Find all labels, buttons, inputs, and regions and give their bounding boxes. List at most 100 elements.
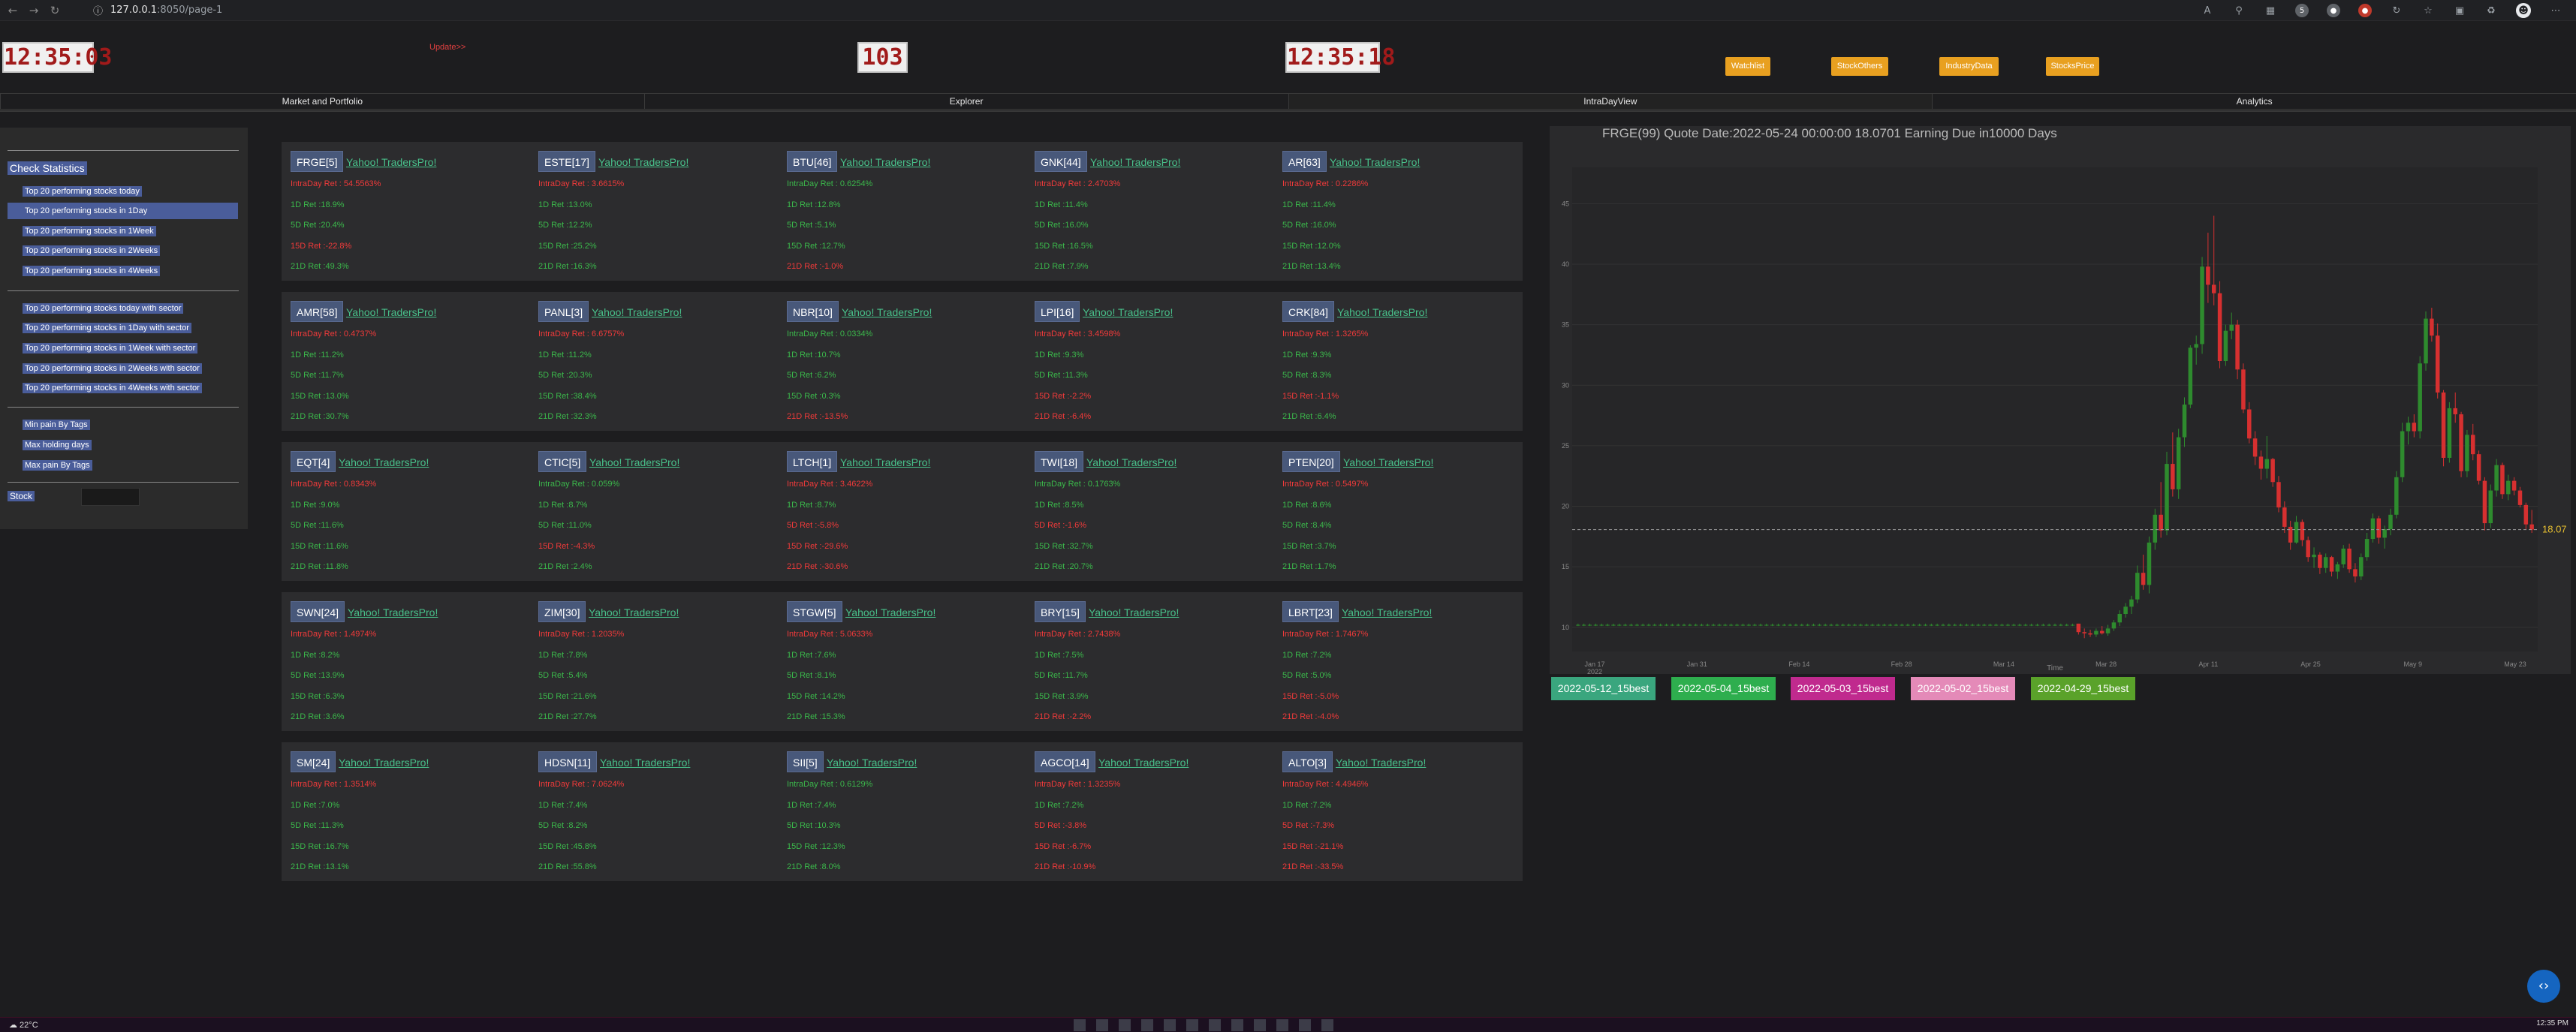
ticker-badge[interactable]: SWN[24] [291,601,345,622]
ticker-badge[interactable]: FRGE[5] [291,151,344,172]
start-icon[interactable] [1074,1019,1086,1031]
stock-card[interactable]: CRK[84] Yahoo! TradersPro! IntraDay Ret : … [1273,292,1523,431]
yahoo-traderspro-links[interactable]: Yahoo! TradersPro! [1330,156,1420,168]
external-links[interactable]: Yahoo! TradersPro! [348,606,438,618]
external-links[interactable]: Yahoo! TradersPro! [827,757,917,769]
ticker-badge[interactable]: AR[63] [1282,151,1327,172]
yahoo-traderspro-links[interactable]: Yahoo! TradersPro! [598,156,688,168]
extension-icon[interactable]: ● [2327,4,2340,17]
sidebar-item-max-holding[interactable]: Max holding days [23,440,92,450]
yahoo-traderspro-links[interactable]: Yahoo! TradersPro! [827,757,917,769]
yahoo-traderspro-links[interactable]: Yahoo! TradersPro! [339,757,429,769]
sidebar-item-min-pain[interactable]: Min pain By Tags [23,420,90,430]
yahoo-traderspro-links[interactable]: Yahoo! TradersPro! [1343,456,1433,468]
yahoo-traderspro-links[interactable]: Yahoo! TradersPro! [1342,606,1432,618]
stock-card[interactable]: PANL[3] Yahoo! TradersPro! IntraDay Ret : … [529,292,779,431]
external-links[interactable]: Yahoo! TradersPro! [840,156,930,168]
stock-card[interactable]: TWI[18] Yahoo! TradersPro! IntraDay Ret : … [1026,442,1275,581]
weather-widget[interactable]: ☁ 22°C [9,1020,38,1030]
external-links[interactable]: Yahoo! TradersPro! [840,456,930,468]
search-icon[interactable] [1096,1019,1108,1031]
stock-card[interactable]: GNK[44] Yahoo! TradersPro! IntraDay Ret : … [1026,142,1275,281]
app-icon[interactable] [1164,1019,1176,1031]
date-15best-button[interactable]: 2022-05-04_15best [1671,677,1776,700]
ticker-badge[interactable]: CTIC[5] [538,451,587,472]
stock-card[interactable]: STGW[5] Yahoo! TradersPro! IntraDay Ret : … [778,592,1027,731]
stock-card[interactable]: ZIM[30] Yahoo! TradersPro! IntraDay Ret : … [529,592,779,731]
sidebar-item-top20-1day-sector[interactable]: Top 20 performing stocks in 1Day with se… [23,323,191,333]
sidebar-item-top20-today-sector[interactable]: Top 20 performing stocks today with sect… [23,303,184,314]
stock-card[interactable]: LTCH[1] Yahoo! TradersPro! IntraDay Ret : … [778,442,1027,581]
stock-card[interactable]: LBRT[23] Yahoo! TradersPro! IntraDay Ret :… [1273,592,1523,731]
stock-card[interactable]: CTIC[5] Yahoo! TradersPro! IntraDay Ret : … [529,442,779,581]
ticker-badge[interactable]: ESTE[17] [538,151,595,172]
date-15best-button[interactable]: 2022-05-03_15best [1791,677,1895,700]
reload-icon[interactable]: ↻ [47,2,63,19]
external-links[interactable]: Yahoo! TradersPro! [592,306,682,318]
watchlist-button[interactable]: Watchlist [1725,57,1770,76]
stock-card[interactable]: AR[63] Yahoo! TradersPro! IntraDay Ret : 0… [1273,142,1523,281]
address-bar[interactable]: ⓘ 127.0.0.1:8050/page-1 [93,3,222,17]
sidebar-item-top20-1week[interactable]: Top 20 performing stocks in 1Week [23,226,156,236]
ticker-badge[interactable]: BTU[46] [787,151,838,172]
external-links[interactable]: Yahoo! TradersPro! [1336,757,1426,769]
stock-card[interactable]: AMR[58] Yahoo! TradersPro! IntraDay Ret : … [282,292,531,431]
yahoo-traderspro-links[interactable]: Yahoo! TradersPro! [1083,306,1173,318]
ticker-badge[interactable]: LBRT[23] [1282,601,1339,622]
app-icon[interactable] [1209,1019,1221,1031]
read-aloud-icon[interactable]: A [2201,4,2214,17]
ticker-badge[interactable]: TWI[18] [1035,451,1084,472]
sidebar-item-top20-2weeks[interactable]: Top 20 performing stocks in 2Weeks [23,245,161,256]
stock-card[interactable]: SM[24] Yahoo! TradersPro! IntraDay Ret : 1… [282,742,531,881]
refresh-icon[interactable]: ↻ [2390,4,2403,17]
candlestick-chart[interactable]: FRGE(99) Quote Date:2022-05-24 00:00:00 … [1550,126,2571,675]
ticker-badge[interactable]: ALTO[3] [1282,751,1333,772]
external-links[interactable]: Yahoo! TradersPro! [1086,456,1177,468]
apps-icon[interactable]: ▦ [2264,4,2277,17]
stock-card[interactable]: AGCO[14] Yahoo! TradersPro! IntraDay Ret :… [1026,742,1275,881]
yahoo-traderspro-links[interactable]: Yahoo! TradersPro! [346,306,436,318]
ticker-badge[interactable]: LTCH[1] [787,451,838,472]
yahoo-traderspro-links[interactable]: Yahoo! TradersPro! [1089,606,1179,618]
yahoo-traderspro-links[interactable]: Yahoo! TradersPro! [1086,456,1177,468]
stock-card[interactable]: FRGE[5] Yahoo! TradersPro! IntraDay Ret : … [282,142,531,281]
sidebar-item-max-pain[interactable]: Max pain By Tags [23,460,92,471]
yahoo-traderspro-links[interactable]: Yahoo! TradersPro! [348,606,438,618]
ticker-badge[interactable]: AMR[58] [291,301,344,322]
ticker-badge[interactable]: LPI[16] [1035,301,1080,322]
stock-card[interactable]: LPI[16] Yahoo! TradersPro! IntraDay Ret : … [1026,292,1275,431]
yahoo-traderspro-links[interactable]: Yahoo! TradersPro! [1098,757,1189,769]
stock-card[interactable]: NBR[10] Yahoo! TradersPro! IntraDay Ret : … [778,292,1027,431]
sidebar-item-top20-1day[interactable]: Top 20 performing stocks in 1Day [23,206,149,216]
ticker-badge[interactable]: CRK[84] [1282,301,1334,322]
sidebar-item-top20-2weeks-sector[interactable]: Top 20 performing stocks in 2Weeks with … [23,363,202,374]
industrydata-button[interactable]: IndustryData [1939,57,1999,76]
sidebar-item-top20-4weeks-sector[interactable]: Top 20 performing stocks in 4Weeks with … [23,383,202,393]
yahoo-traderspro-links[interactable]: Yahoo! TradersPro! [845,606,935,618]
stockothers-button[interactable]: StockOthers [1831,57,1888,76]
stock-card[interactable]: PTEN[20] Yahoo! TradersPro! IntraDay Ret :… [1273,442,1523,581]
ticker-badge[interactable]: PTEN[20] [1282,451,1340,472]
ticker-badge[interactable]: NBR[10] [787,301,839,322]
app-icon[interactable] [1141,1019,1153,1031]
collections-icon[interactable]: ▣ [2453,4,2466,17]
ticker-badge[interactable]: HDSN[11] [538,751,597,772]
stock-card[interactable]: ALTO[3] Yahoo! TradersPro! IntraDay Ret : … [1273,742,1523,881]
external-links[interactable]: Yahoo! TradersPro! [842,306,932,318]
external-links[interactable]: Yahoo! TradersPro! [1090,156,1180,168]
tab-analytics[interactable]: Analytics [1932,94,2576,109]
external-links[interactable]: Yahoo! TradersPro! [1098,757,1189,769]
zoom-icon[interactable]: ⚲ [2232,4,2246,17]
stock-card[interactable]: SWN[24] Yahoo! TradersPro! IntraDay Ret : … [282,592,531,731]
external-links[interactable]: Yahoo! TradersPro! [1343,456,1433,468]
date-15best-button[interactable]: 2022-04-29_15best [2031,677,2135,700]
yahoo-traderspro-links[interactable]: Yahoo! TradersPro! [592,306,682,318]
tab-intradayview[interactable]: IntraDayView [1288,94,1933,109]
extension-icon[interactable]: 5 [2295,4,2309,17]
yahoo-traderspro-links[interactable]: Yahoo! TradersPro! [1336,757,1426,769]
external-links[interactable]: Yahoo! TradersPro! [589,606,679,618]
yahoo-traderspro-links[interactable]: Yahoo! TradersPro! [840,156,930,168]
external-links[interactable]: Yahoo! TradersPro! [598,156,688,168]
chart-canvas[interactable]: 10 15 20 25 30 35 40 45 Jan 172022 Jan 31 Feb 14 Fe… [1550,126,2571,675]
ticker-badge[interactable]: AGCO[14] [1035,751,1095,772]
